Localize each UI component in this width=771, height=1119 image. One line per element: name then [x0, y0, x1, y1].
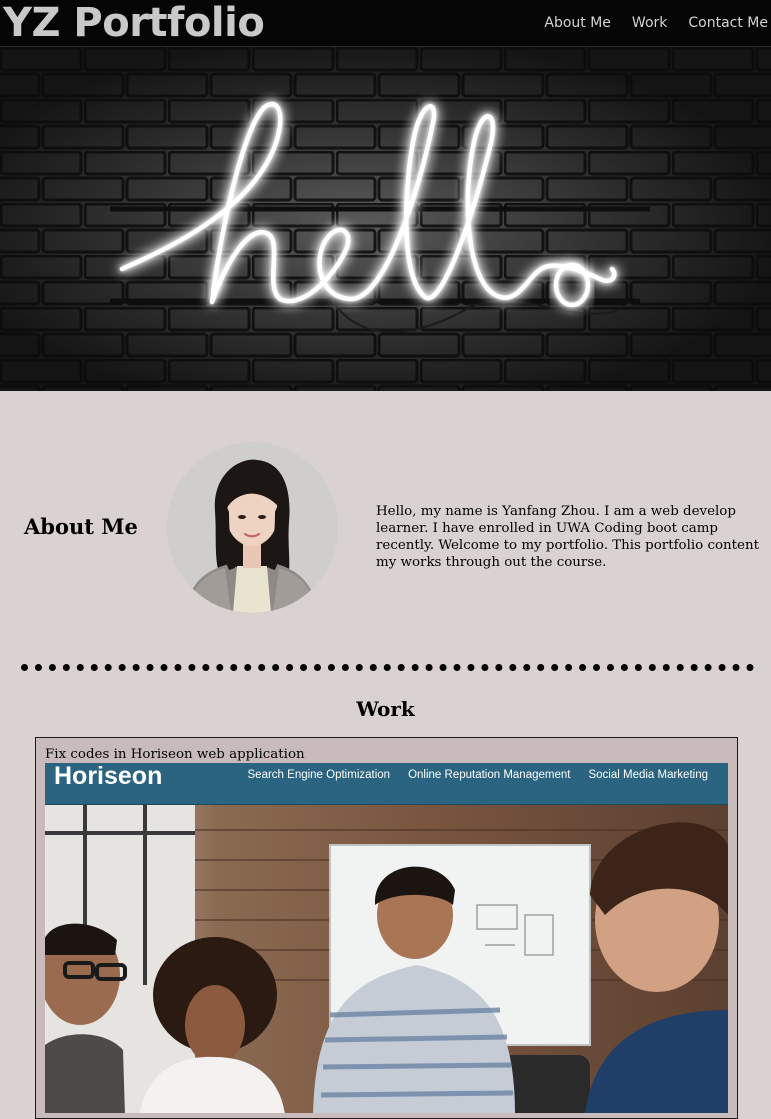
- site-brand[interactable]: YZ Portfolio: [3, 0, 265, 46]
- horiseon-header: Horiseon Search Engine Optimization Onli…: [45, 763, 728, 805]
- nav-link-work[interactable]: Work: [632, 15, 667, 31]
- horiseon-nav-seo: Search Engine Optimization: [247, 769, 391, 781]
- hero-neon-hello-image: hello: [0, 47, 771, 391]
- horiseon-nav-social: Social Media Marketing: [588, 769, 708, 781]
- horiseon-nav: Search Engine Optimization Online Reputa…: [230, 767, 708, 783]
- hero-banner: hello: [0, 47, 771, 391]
- nav-link-contact-me[interactable]: Contact Me: [688, 15, 768, 31]
- work-heading: Work: [356, 697, 415, 721]
- profile-photo: [167, 442, 338, 613]
- horiseon-logo: Horiseon: [54, 763, 163, 790]
- project-screenshot[interactable]: Horiseon Search Engine Optimization Onli…: [45, 763, 728, 1113]
- horiseon-nav-reputation: Online Reputation Management: [408, 769, 571, 781]
- about-heading: About Me: [24, 514, 138, 539]
- horiseon-team-photo: [45, 805, 728, 1113]
- top-nav-bar: YZ Portfolio About Me Work Contact Me: [0, 0, 771, 47]
- section-divider: [21, 664, 754, 671]
- about-bio: Hello, my name is Yanfang Zhou. I am a w…: [376, 504, 759, 570]
- nav-link-about-me[interactable]: About Me: [544, 15, 611, 31]
- project-title: Fix codes in Horiseon web application: [45, 747, 305, 762]
- main-nav: About Me Work Contact Me: [523, 0, 768, 46]
- project-card-horiseon[interactable]: Fix codes in Horiseon web application Ho…: [35, 737, 738, 1119]
